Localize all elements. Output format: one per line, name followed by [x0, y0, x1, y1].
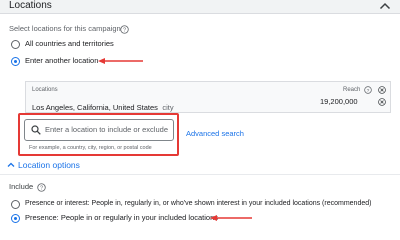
option-label-all-countries: All countries and territories	[25, 39, 114, 48]
search-icon	[31, 125, 41, 135]
search-placeholder: Enter a location to include or exclude	[45, 125, 168, 134]
svg-text:?: ?	[40, 186, 43, 192]
section-title: Locations	[9, 0, 52, 11]
annotation-arrow-icon	[98, 58, 143, 64]
location-search-input[interactable]: Enter a location to include or exclude	[24, 119, 174, 141]
radio-enter-another-location[interactable]	[11, 57, 20, 66]
option-label-enter-another-location: Enter another location	[25, 56, 99, 65]
reach-column-header: Reach	[343, 87, 361, 93]
annotation-arrow-icon	[210, 215, 252, 221]
remove-location-icon[interactable]	[378, 98, 386, 106]
select-locations-label: Select locations for this campaign	[9, 24, 121, 33]
option-label-presence-or-interest: Presence or interest: People in, regular…	[25, 200, 372, 207]
help-icon[interactable]: ?	[120, 25, 129, 34]
help-icon[interactable]: ?	[37, 183, 46, 192]
section-header[interactable]: Locations	[0, 0, 400, 14]
svg-text:?: ?	[367, 87, 370, 93]
advanced-search-link[interactable]: Advanced search	[186, 129, 244, 139]
help-icon[interactable]: ?	[364, 85, 372, 94]
targeted-locations-panel: Locations Reach ? Los Angeles, Californi…	[25, 81, 391, 113]
location-reach: 19,200,000	[320, 97, 358, 106]
divider	[0, 174, 400, 175]
radio-all-countries[interactable]	[11, 40, 20, 49]
option-label-presence: Presence: People in or regularly in your…	[25, 213, 219, 222]
radio-presence[interactable]	[11, 214, 20, 223]
search-hint: For example, a country, city, region, or…	[29, 145, 152, 151]
radio-presence-or-interest[interactable]	[11, 200, 20, 209]
svg-text:?: ?	[123, 28, 126, 34]
include-label: Include	[9, 182, 34, 191]
locations-column-header: Locations	[32, 87, 58, 93]
location-options-label: Location options	[18, 160, 80, 170]
chevron-up-icon[interactable]	[379, 1, 391, 11]
chevron-up-icon	[7, 162, 15, 167]
remove-all-icon[interactable]	[378, 85, 386, 94]
location-name: Los Angeles, California, United States	[32, 103, 158, 112]
location-type: city	[162, 103, 174, 112]
